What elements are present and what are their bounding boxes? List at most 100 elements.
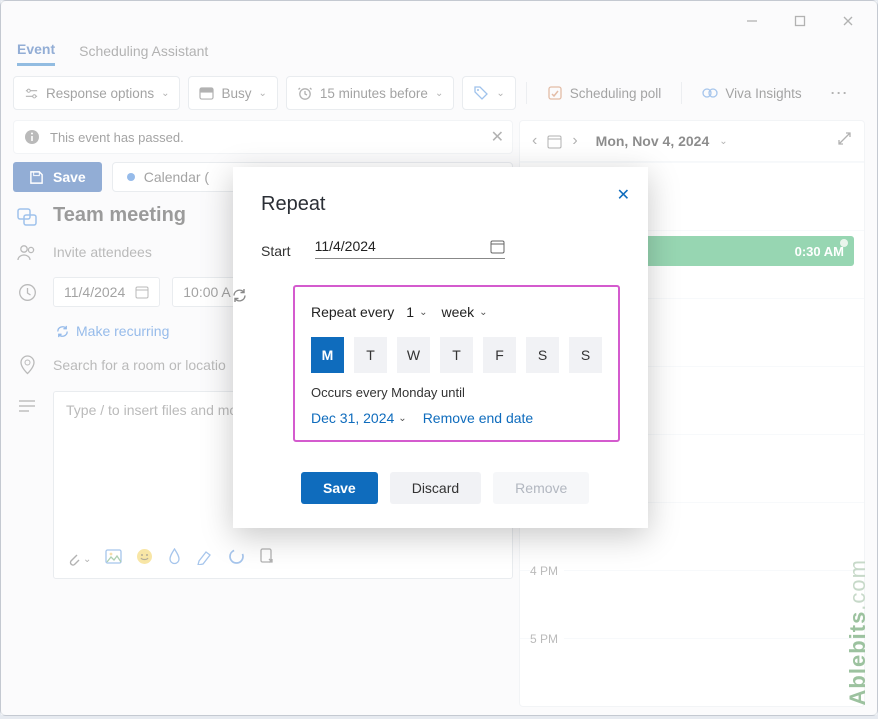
start-label: Start <box>261 243 291 259</box>
tag-button[interactable]: ⌄ <box>462 76 515 110</box>
recurrence-settings: Repeat every 1⌄ week⌄ M T W T F S S Occu… <box>293 285 620 442</box>
dialog-save-button[interactable]: Save <box>301 472 378 504</box>
viva-label: Viva Insights <box>725 86 801 101</box>
alarm-icon <box>297 85 313 101</box>
day-thursday[interactable]: T <box>440 337 473 373</box>
save-label: Save <box>53 169 86 185</box>
chevron-down-icon: ⌄ <box>258 88 266 99</box>
poll-icon <box>547 85 563 101</box>
hour-row: 4 PM <box>520 570 864 638</box>
day-wednesday[interactable]: W <box>397 337 430 373</box>
ribbon-tabs: Event Scheduling Assistant <box>1 41 877 72</box>
save-icon <box>29 170 44 185</box>
interval-dropdown[interactable]: 1⌄ <box>404 301 429 323</box>
dialog-remove-button: Remove <box>493 472 589 504</box>
image-button[interactable] <box>105 549 122 569</box>
date-input[interactable]: 11/4/2024 <box>53 277 160 307</box>
scheduling-poll-label: Scheduling poll <box>570 86 662 101</box>
start-row: Start 11/4/2024 <box>261 234 620 259</box>
day-friday[interactable]: F <box>483 337 516 373</box>
separator <box>526 82 527 104</box>
weekday-selector: M T W T F S S <box>311 337 602 373</box>
info-icon <box>24 129 40 145</box>
calendar-date-title[interactable]: Mon, Nov 4, 2024 <box>596 133 710 149</box>
sliders-icon <box>24 86 39 101</box>
prev-day-button[interactable]: ‹ <box>532 132 537 150</box>
calendar-icon <box>135 285 149 299</box>
viva-icon <box>702 85 718 101</box>
dialog-title: Repeat <box>261 193 620 216</box>
ink-button[interactable] <box>167 548 182 570</box>
meeting-icon <box>13 205 41 227</box>
clock-icon <box>13 283 41 302</box>
chevron-down-icon: ⌄ <box>496 88 504 99</box>
event-time-label: 0:30 AM <box>795 244 844 259</box>
people-icon <box>13 243 41 261</box>
attendees-input[interactable]: Invite attendees <box>53 244 152 260</box>
hour-row: 5 PM <box>520 638 864 706</box>
titlebar <box>1 1 877 41</box>
alert-close-button[interactable]: ✕ <box>491 127 504 147</box>
day-sunday[interactable]: S <box>569 337 602 373</box>
make-recurring-link[interactable]: Make recurring <box>55 323 169 339</box>
reminder-label: 15 minutes before <box>320 86 428 101</box>
tab-event[interactable]: Event <box>17 41 55 66</box>
busy-icon <box>199 87 214 100</box>
calendar-header: ‹ › Mon, Nov 4, 2024 ⌄ <box>520 121 864 162</box>
start-date-value: 11/4/2024 <box>315 238 376 254</box>
separator <box>681 82 682 104</box>
date-value: 11/4/2024 <box>64 284 125 300</box>
calendar-picker-label: Calendar ( <box>144 169 209 185</box>
location-input[interactable]: Search for a room or locatio <box>53 357 226 373</box>
day-tuesday[interactable]: T <box>354 337 387 373</box>
maximize-button[interactable] <box>777 6 823 36</box>
start-date-input[interactable]: 11/4/2024 <box>315 234 505 259</box>
minimize-button[interactable] <box>729 6 775 36</box>
alert-banner: This event has passed. ✕ <box>13 120 513 154</box>
refresh-icon <box>231 287 248 309</box>
recur-icon <box>55 324 70 339</box>
close-window-button[interactable] <box>825 6 871 36</box>
viva-insights-button[interactable]: Viva Insights <box>692 76 811 110</box>
day-saturday[interactable]: S <box>526 337 559 373</box>
subject-field[interactable]: Team meeting <box>53 204 186 227</box>
next-day-button[interactable]: › <box>572 132 577 150</box>
end-date-dropdown[interactable]: Dec 31, 2024⌄ <box>311 410 407 426</box>
dialog-discard-button[interactable]: Discard <box>390 472 481 504</box>
tag-icon <box>473 85 489 101</box>
busy-button[interactable]: Busy ⌄ <box>188 76 277 110</box>
chevron-down-icon: ⌄ <box>719 136 727 147</box>
scheduling-poll-button[interactable]: Scheduling poll <box>537 76 672 110</box>
loop-button[interactable] <box>228 548 245 570</box>
highlight-button[interactable] <box>196 549 214 570</box>
repeat-every-row: Repeat every 1⌄ week⌄ <box>311 301 602 323</box>
tab-scheduling-assistant[interactable]: Scheduling Assistant <box>79 43 208 65</box>
response-options-button[interactable]: Response options ⌄ <box>13 76 180 110</box>
time-value: 10:00 A <box>183 284 231 300</box>
calendar-icon <box>490 239 505 254</box>
attach-button[interactable]: ⌄ <box>66 551 91 567</box>
response-options-label: Response options <box>46 86 154 101</box>
more-button[interactable]: ⋯ <box>820 76 858 110</box>
reminder-button[interactable]: 15 minutes before ⌄ <box>286 76 454 110</box>
insert-button[interactable] <box>259 548 275 570</box>
unit-dropdown[interactable]: week⌄ <box>439 301 489 323</box>
chevron-down-icon: ⌄ <box>435 88 443 99</box>
remove-end-date-link[interactable]: Remove end date <box>423 410 534 426</box>
calendar-dot-icon <box>127 173 135 181</box>
description-icon <box>13 391 41 413</box>
watermark: Ablebits.com <box>845 559 871 705</box>
app-window: Event Scheduling Assistant Response opti… <box>0 0 878 716</box>
dialog-close-button[interactable]: ✕ <box>617 185 630 205</box>
occurs-text: Occurs every Monday until <box>311 385 602 400</box>
dialog-buttons: Save Discard Remove <box>301 472 620 504</box>
end-date-row: Dec 31, 2024⌄ Remove end date <box>311 410 602 426</box>
repeat-every-label: Repeat every <box>311 304 394 320</box>
day-monday[interactable]: M <box>311 337 344 373</box>
alert-text: This event has passed. <box>50 130 184 145</box>
save-button[interactable]: Save <box>13 162 102 192</box>
calendar-icon <box>547 134 562 149</box>
expand-button[interactable] <box>837 131 852 151</box>
emoji-button[interactable] <box>136 548 153 570</box>
chevron-down-icon: ⌄ <box>161 88 169 99</box>
